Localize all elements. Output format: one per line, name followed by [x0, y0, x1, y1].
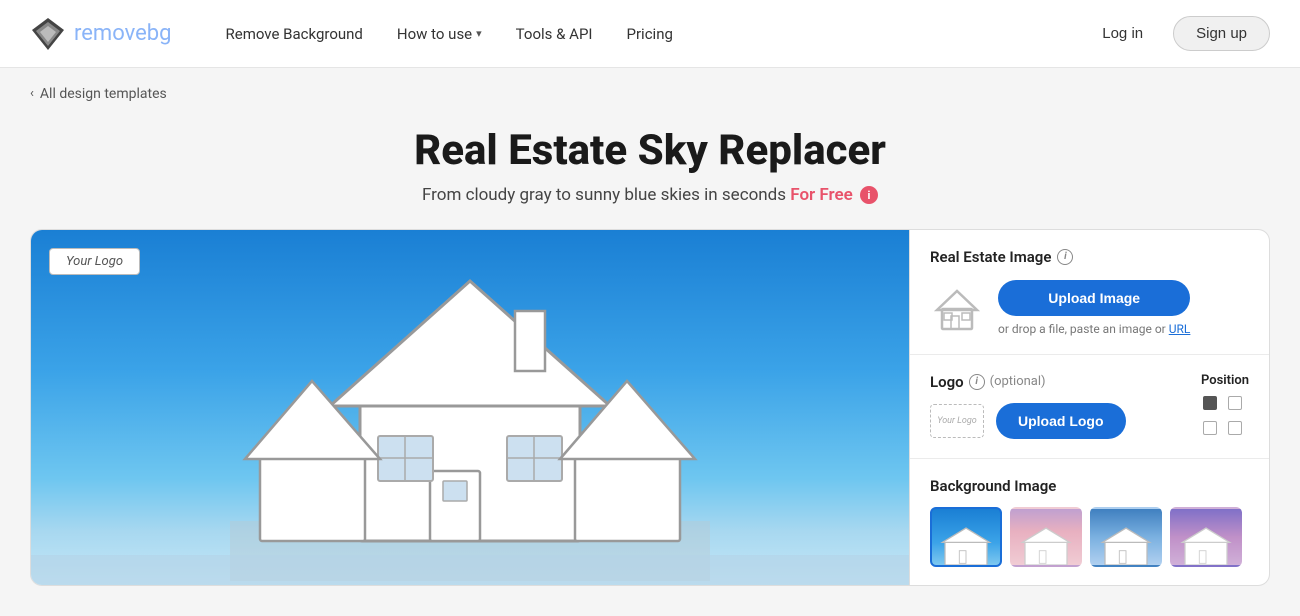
real-estate-info-icon[interactable]: i: [1057, 249, 1073, 265]
position-grid: [1203, 396, 1247, 440]
position-bottom-right[interactable]: [1228, 421, 1242, 435]
page-subtitle: From cloudy gray to sunny blue skies in …: [30, 185, 1270, 205]
position-top-left[interactable]: [1203, 396, 1217, 410]
position-area: Position: [1201, 373, 1249, 440]
header-actions: Log in Sign up: [1084, 16, 1270, 51]
logo-icon: [30, 16, 66, 52]
breadcrumb-link[interactable]: ‹ All design templates: [30, 86, 167, 102]
canvas-area: Your Logo: [30, 229, 910, 586]
breadcrumb-chevron-icon: ‹: [30, 86, 34, 101]
upload-controls: Upload Image or drop a file, paste an im…: [998, 280, 1190, 336]
nav-pricing[interactable]: Pricing: [613, 17, 687, 51]
house-svg: [230, 229, 710, 581]
breadcrumb-bar: ‹ All design templates: [0, 68, 1300, 116]
drop-hint: or drop a file, paste an image or URL: [998, 322, 1190, 336]
nav-how-to-use[interactable]: How to use ▾: [383, 17, 496, 51]
upload-image-button[interactable]: Upload Image: [998, 280, 1190, 316]
url-link[interactable]: URL: [1169, 322, 1191, 336]
bg-thumb-pink-inner: [1012, 509, 1080, 565]
real-estate-upload-row: Upload Image or drop a file, paste an im…: [930, 280, 1249, 336]
page-title: Real Estate Sky Replacer: [30, 126, 1270, 175]
ground-strip: [31, 555, 909, 585]
upload-logo-button[interactable]: Upload Logo: [996, 403, 1126, 439]
logo-section-title: Logo i (optional): [930, 373, 1201, 391]
nav-remove-background[interactable]: Remove Background: [212, 17, 377, 51]
main-content: Your Logo: [0, 229, 1300, 616]
bg-thumb-pink-sky[interactable]: [1010, 507, 1082, 567]
house-thumbnail-icon: [930, 281, 984, 335]
logo-section: Logo i (optional) Your Logo Upload Logo …: [910, 355, 1269, 459]
logo-section-inner: Logo i (optional) Your Logo Upload Logo …: [930, 373, 1249, 440]
real-estate-section: Real Estate Image i Upload Image: [910, 230, 1269, 355]
house-icon-svg: [932, 283, 982, 333]
background-section: Background Image: [910, 459, 1269, 585]
logo-info-icon[interactable]: i: [969, 374, 985, 390]
main-nav: Remove Background How to use ▾ Tools & A…: [212, 17, 1085, 51]
bg-thumb-blue-inner: [932, 509, 1000, 565]
background-section-title: Background Image: [930, 477, 1249, 495]
signup-button[interactable]: Sign up: [1173, 16, 1270, 51]
bg-thumb-cloudy-blue[interactable]: [1090, 507, 1162, 567]
right-panel: Real Estate Image i Upload Image: [910, 229, 1270, 586]
bg-thumb-blue-sky[interactable]: [930, 507, 1002, 567]
logo-placeholder-thumb: Your Logo: [930, 404, 984, 438]
position-bottom-left[interactable]: [1203, 421, 1217, 435]
bg-thumb-dusk-inner: [1172, 509, 1240, 565]
logo-left: Logo i (optional) Your Logo Upload Logo: [930, 373, 1201, 439]
position-top-right[interactable]: [1228, 396, 1242, 410]
background-thumbnails: [930, 507, 1249, 567]
bg-thumb-cloudy-inner: [1092, 509, 1160, 565]
logo-text: removebg: [74, 21, 172, 46]
header: removebg Remove Background How to use ▾ …: [0, 0, 1300, 68]
canvas-logo-watermark: Your Logo: [49, 248, 140, 275]
canvas-preview: Your Logo: [31, 230, 909, 585]
real-estate-section-title: Real Estate Image i: [930, 248, 1249, 266]
for-free-badge: For Free: [790, 185, 853, 205]
bg-thumb-dusk-sky[interactable]: [1170, 507, 1242, 567]
logo[interactable]: removebg: [30, 16, 172, 52]
for-free-info-icon[interactable]: i: [860, 186, 878, 204]
page-header: Real Estate Sky Replacer From cloudy gra…: [0, 116, 1300, 229]
how-to-use-chevron-icon: ▾: [476, 27, 482, 40]
login-button[interactable]: Log in: [1084, 17, 1161, 50]
house-illustration: [230, 229, 710, 585]
logo-upload-row: Your Logo Upload Logo: [930, 403, 1201, 439]
nav-tools-api[interactable]: Tools & API: [502, 17, 607, 51]
